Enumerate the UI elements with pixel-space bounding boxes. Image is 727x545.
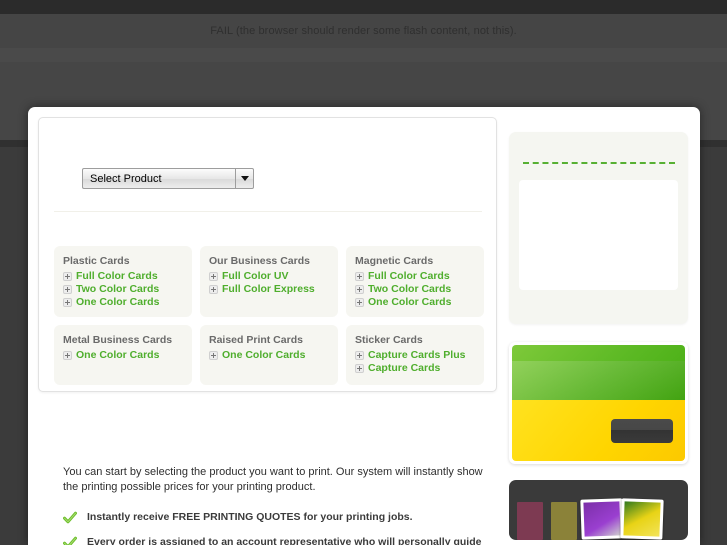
plus-icon bbox=[63, 297, 72, 307]
modal-left-column: Select Product Plastic Cards Full Color … bbox=[38, 117, 497, 545]
feature-item: Instantly receive FREE PRINTING QUOTES f… bbox=[63, 510, 503, 525]
plus-icon bbox=[355, 271, 364, 281]
product-link-row[interactable]: Full Color Express bbox=[209, 283, 338, 295]
product-link-row[interactable]: Capture Cards Plus bbox=[355, 349, 484, 361]
product-link[interactable]: Full Color UV bbox=[222, 270, 289, 282]
select-product-dropdown[interactable]: Select Product bbox=[82, 168, 254, 189]
feature-text: Every order is assigned to an account re… bbox=[87, 536, 482, 545]
product-link[interactable]: Two Color Cards bbox=[368, 283, 451, 295]
feature-list: Instantly receive FREE PRINTING QUOTES f… bbox=[63, 510, 503, 545]
product-link-row[interactable]: Two Color Cards bbox=[355, 283, 484, 295]
product-link-row[interactable]: Full Color UV bbox=[209, 270, 338, 282]
card-preview-inner bbox=[512, 345, 685, 461]
plus-icon bbox=[63, 271, 72, 281]
product-group-title: Our Business Cards bbox=[209, 255, 310, 267]
page-band-separator bbox=[0, 48, 727, 62]
product-group-raised-print-cards: Raised Print Cards One Color Cards bbox=[200, 325, 338, 385]
product-link-row[interactable]: Full Color Cards bbox=[355, 270, 484, 282]
plus-icon bbox=[209, 284, 218, 294]
product-link-row[interactable]: One Color Cards bbox=[355, 296, 484, 308]
product-group-our-business-cards: Our Business Cards Full Color UV Full Co… bbox=[200, 246, 338, 317]
product-group-title: Metal Business Cards bbox=[63, 334, 173, 346]
product-link[interactable]: One Color Cards bbox=[76, 349, 159, 361]
product-group-title: Plastic Cards bbox=[63, 255, 130, 267]
plus-icon bbox=[209, 350, 218, 360]
promo-content-area bbox=[519, 180, 678, 290]
photo-thumbnail bbox=[580, 498, 624, 540]
product-link[interactable]: One Color Cards bbox=[368, 296, 451, 308]
product-group-sticker-cards: Sticker Cards Capture Cards Plus Capture… bbox=[346, 325, 484, 385]
card-magnetic-stripe bbox=[611, 419, 673, 443]
product-link[interactable]: Capture Cards Plus bbox=[368, 349, 465, 361]
check-icon bbox=[63, 511, 77, 525]
product-group-metal-business-cards: Metal Business Cards One Color Cards bbox=[54, 325, 192, 385]
plus-icon bbox=[355, 297, 364, 307]
product-selector-modal: Select Product Plastic Cards Full Color … bbox=[28, 107, 700, 545]
plus-icon bbox=[63, 284, 72, 294]
chevron-down-icon[interactable] bbox=[235, 168, 254, 189]
product-group-title: Raised Print Cards bbox=[209, 334, 303, 346]
plus-icon bbox=[355, 363, 364, 373]
photo-thumbnail bbox=[620, 498, 664, 540]
product-link[interactable]: Full Color Cards bbox=[368, 270, 450, 282]
product-link-row[interactable]: Capture Cards bbox=[355, 362, 484, 374]
card-green-half bbox=[512, 345, 685, 400]
product-group-title: Magnetic Cards bbox=[355, 255, 434, 267]
product-link[interactable]: Full Color Cards bbox=[76, 270, 158, 282]
plus-icon bbox=[209, 271, 218, 281]
modal-right-column bbox=[509, 132, 688, 540]
section-divider bbox=[54, 211, 482, 212]
product-link-row[interactable]: One Color Cards bbox=[63, 296, 192, 308]
plus-icon bbox=[355, 284, 364, 294]
product-link-row[interactable]: Two Color Cards bbox=[63, 283, 192, 295]
product-link[interactable]: Capture Cards bbox=[368, 362, 440, 374]
page-top-bar bbox=[0, 0, 727, 14]
promo-panel bbox=[509, 132, 688, 324]
product-link-row[interactable]: One Color Cards bbox=[63, 349, 192, 361]
product-link[interactable]: One Color Cards bbox=[222, 349, 305, 361]
product-link-row[interactable]: One Color Cards bbox=[209, 349, 338, 361]
intro-blurb: You can start by selecting the product y… bbox=[63, 465, 503, 545]
plus-icon bbox=[63, 350, 72, 360]
plus-icon bbox=[355, 350, 364, 360]
check-icon bbox=[63, 536, 77, 545]
flash-fallback-message: FAIL (the browser should render some fla… bbox=[210, 25, 517, 37]
color-swatch bbox=[517, 502, 543, 540]
product-groups-grid: Plastic Cards Full Color Cards Two Color… bbox=[54, 246, 484, 385]
product-group-magnetic-cards: Magnetic Cards Full Color Cards Two Colo… bbox=[346, 246, 484, 317]
feature-text: Instantly receive FREE PRINTING QUOTES f… bbox=[87, 511, 413, 523]
color-swatch bbox=[551, 502, 577, 540]
product-group-title: Sticker Cards bbox=[355, 334, 423, 346]
photo-samples-panel[interactable] bbox=[509, 480, 688, 540]
feature-item: Every order is assigned to an account re… bbox=[63, 535, 503, 545]
card-preview[interactable] bbox=[509, 342, 688, 464]
product-link[interactable]: Two Color Cards bbox=[76, 283, 159, 295]
product-link[interactable]: Full Color Express bbox=[222, 283, 315, 295]
product-group-plastic-cards: Plastic Cards Full Color Cards Two Color… bbox=[54, 246, 192, 317]
product-selector-card: Select Product Plastic Cards Full Color … bbox=[38, 117, 497, 392]
select-product-value[interactable]: Select Product bbox=[82, 168, 235, 189]
dashed-separator bbox=[523, 162, 675, 164]
product-link-row[interactable]: Full Color Cards bbox=[63, 270, 192, 282]
blurb-paragraph: You can start by selecting the product y… bbox=[63, 466, 483, 493]
product-link[interactable]: One Color Cards bbox=[76, 296, 159, 308]
